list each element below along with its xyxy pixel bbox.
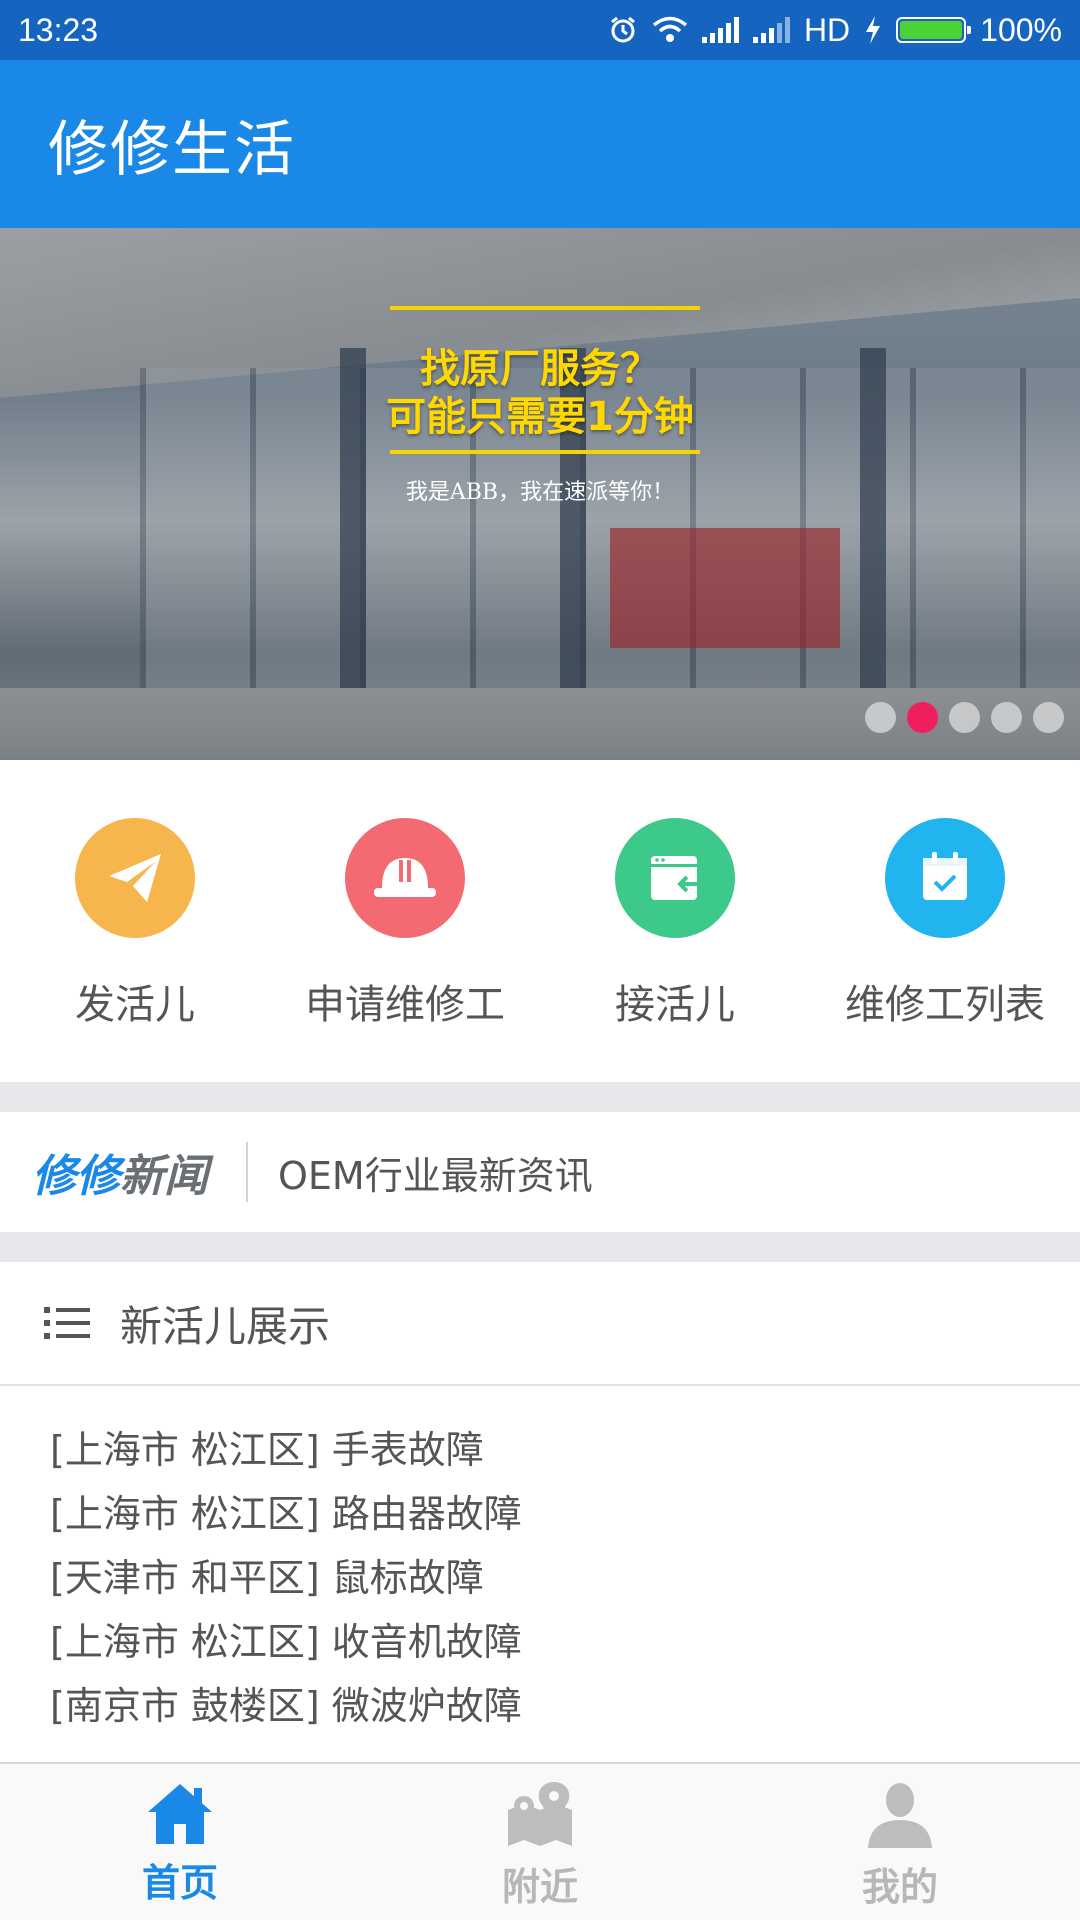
signal-icon-2 (752, 17, 790, 43)
quick-action-label: 发活儿 (75, 982, 195, 1028)
banner-subline: 我是ABB，我在速派等你！ (405, 480, 675, 505)
signal-icon-1 (701, 17, 739, 43)
tab-home[interactable]: 首页 (0, 1764, 360, 1920)
news-brand: 修修新闻 (32, 1140, 208, 1204)
carousel-dot-active[interactable] (907, 702, 938, 733)
list-item[interactable]: [上海市 松江区] 手表故障 (50, 1418, 1080, 1482)
banner-headline-2: 可能只需要1分钟 (386, 394, 694, 440)
list-icon (44, 1307, 90, 1339)
hard-hat-icon (345, 818, 465, 938)
app-title: 修修生活 (48, 114, 296, 185)
news-ticker[interactable]: 修修新闻 OEM行业最新资讯 (0, 1112, 1080, 1232)
tab-label: 附近 (501, 1865, 578, 1909)
list-item[interactable]: [上海市 松江区] 路由器故障 (50, 1482, 1080, 1546)
news-divider (246, 1142, 248, 1202)
news-brand-part2: 新闻 (120, 1151, 208, 1202)
calendar-icon (885, 818, 1005, 938)
quick-action-apply-worker[interactable]: 申请维修工 (270, 760, 540, 1082)
job-list-header: 新活儿展示 (0, 1262, 1080, 1386)
paper-plane-icon (75, 818, 195, 938)
alarm-icon (611, 16, 635, 43)
news-text[interactable]: OEM行业最新资讯 (278, 1145, 593, 1200)
carousel-dot[interactable] (865, 702, 896, 733)
tab-label: 首页 (141, 1861, 218, 1905)
wifi-icon (652, 16, 688, 42)
app-bar: 修修生活 (0, 60, 1080, 228)
quick-action-label: 维修工列表 (845, 982, 1045, 1028)
quick-action-label: 申请维修工 (305, 982, 505, 1028)
job-list: 新活儿展示 [上海市 松江区] 手表故障 [上海市 松江区] 路由器故障 [天津… (0, 1262, 1080, 1764)
quick-action-label: 接活儿 (615, 982, 735, 1028)
home-icon (148, 1784, 212, 1844)
user-icon (868, 1783, 932, 1848)
list-item[interactable]: [上海市 松江区] 收音机故障 (50, 1610, 1080, 1674)
quick-action-post-job[interactable]: 发活儿 (0, 760, 270, 1082)
news-brand-part1: 修修 (32, 1151, 120, 1202)
banner-line-top (390, 306, 700, 310)
job-list-title: 新活儿展示 (120, 1301, 331, 1351)
carousel-dot[interactable] (1033, 702, 1064, 733)
banner-carousel[interactable]: 找原厂服务？ 可能只需要1分钟 我是ABB，我在速派等你！ (0, 228, 1080, 760)
list-item[interactable]: [天津市 和平区] 鼠标故障 (50, 1546, 1080, 1610)
carousel-indicator (865, 702, 1064, 733)
list-item[interactable]: [南京市 鼓楼区] 微波炉故障 (50, 1674, 1080, 1738)
status-bar: 13:23 HD 100% (0, 0, 1080, 60)
tab-label: 我的 (861, 1865, 938, 1909)
network-type: HD (803, 11, 851, 48)
quick-action-take-job[interactable]: 接活儿 (540, 760, 810, 1082)
inbox-icon (615, 818, 735, 938)
carousel-dot[interactable] (949, 702, 980, 733)
tab-profile[interactable]: 我的 (720, 1764, 1080, 1920)
status-time: 13:23 (18, 11, 99, 48)
map-pin-icon (508, 1782, 572, 1846)
job-list-body: [上海市 松江区] 手表故障 [上海市 松江区] 路由器故障 [天津市 和平区]… (0, 1386, 1080, 1738)
carousel-dot[interactable] (991, 702, 1022, 733)
quick-action-worker-list[interactable]: 维修工列表 (810, 760, 1080, 1082)
banner-line-bottom (390, 450, 700, 454)
status-icons: HD 100% (608, 12, 1062, 49)
quick-actions: 发活儿 申请维修工 接活儿 维修工列表 (0, 760, 1080, 1082)
battery-icon (896, 17, 972, 43)
charging-icon (866, 16, 881, 44)
tab-nearby[interactable]: 附近 (360, 1764, 720, 1920)
battery-percent: 100% (980, 11, 1062, 48)
bottom-tab-bar: 首页 附近 我的 (0, 1762, 1080, 1920)
